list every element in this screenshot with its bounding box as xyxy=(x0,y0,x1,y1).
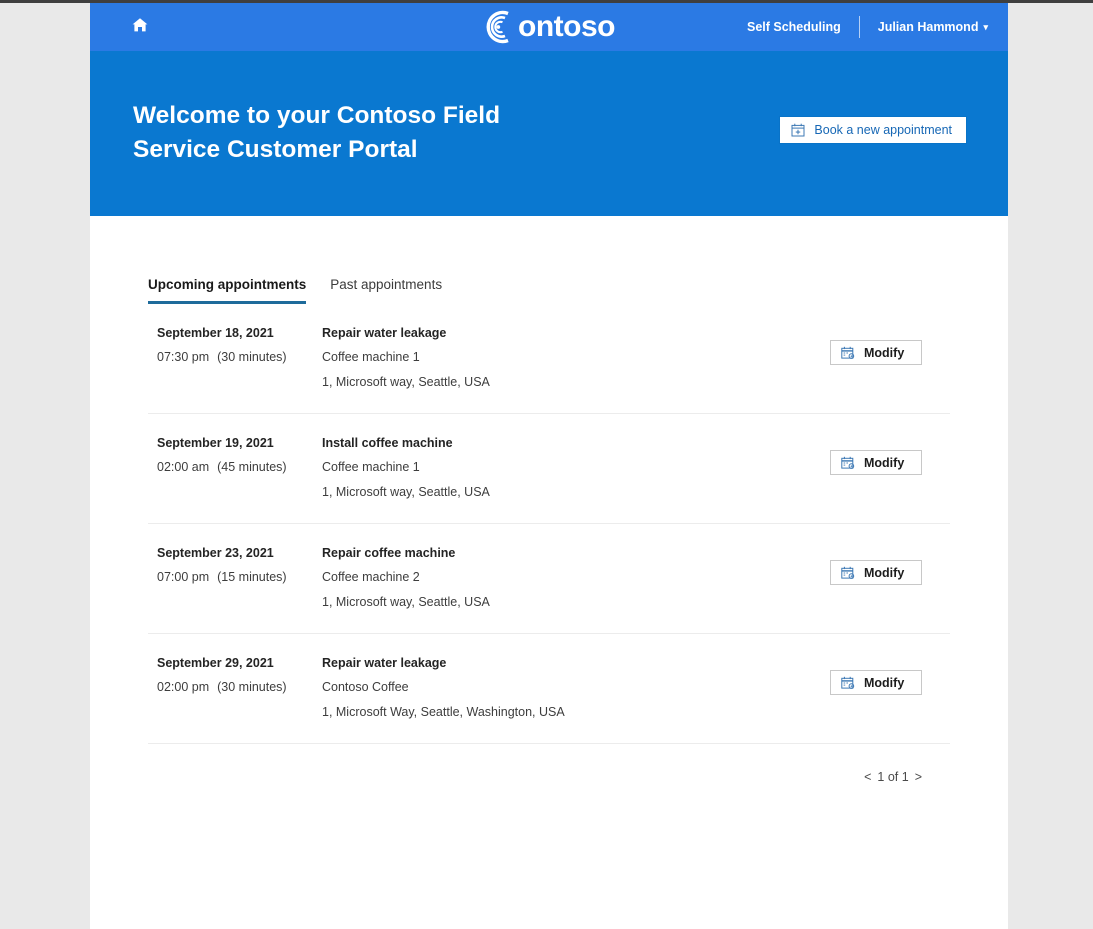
pagination-next-button[interactable]: > xyxy=(915,770,922,784)
appointment-action-cell: Modify xyxy=(792,656,950,695)
appointment-subject: Repair water leakage xyxy=(322,656,447,670)
user-menu[interactable]: Julian Hammond ▾ xyxy=(860,20,994,34)
appointment-date: September 23, 2021 xyxy=(157,546,274,560)
appointment-asset: Coffee machine 2 xyxy=(322,570,420,584)
portal-page: ontoso Self Scheduling Julian Hammond ▾ W… xyxy=(90,3,1008,929)
appointment-date: September 19, 2021 xyxy=(157,436,274,450)
calendar-edit-icon xyxy=(841,566,855,580)
calendar-plus-icon xyxy=(791,123,805,137)
appointment-datetime: September 23, 2021 07:00 pm (15 minutes) xyxy=(148,546,315,584)
modify-appointment-label: Modify xyxy=(864,565,905,580)
contoso-logo-mark xyxy=(483,7,523,47)
appointment-date: September 18, 2021 xyxy=(157,326,274,340)
table-row: September 23, 2021 07:00 pm (15 minutes) … xyxy=(148,524,950,634)
appointment-address: 1, Microsoft way, Seattle, USA xyxy=(322,375,490,389)
appointment-duration: (15 minutes) xyxy=(217,570,287,584)
modify-appointment-label: Modify xyxy=(864,345,905,360)
user-menu-label: Julian Hammond xyxy=(877,20,979,34)
appointment-time: 02:00 am xyxy=(157,460,210,474)
appointment-asset: Contoso Coffee xyxy=(322,680,409,694)
appointment-time: 07:00 pm xyxy=(157,570,210,584)
table-row: September 29, 2021 02:00 pm (30 minutes) … xyxy=(148,634,950,744)
appointment-time-duration: 07:30 pm (30 minutes) xyxy=(157,350,315,364)
appointment-subject: Repair water leakage xyxy=(322,326,447,340)
chevron-down-icon: ▾ xyxy=(983,22,988,33)
appointment-time-duration: 02:00 am (45 minutes) xyxy=(157,460,315,474)
main-content: Upcoming appointments Past appointments … xyxy=(90,274,1008,784)
page-title-line2: Service Customer Portal xyxy=(133,136,418,163)
appointment-subject: Install coffee machine xyxy=(322,436,453,450)
appointment-time-duration: 02:00 pm (30 minutes) xyxy=(157,680,315,694)
appointment-duration: (30 minutes) xyxy=(217,350,287,364)
appointment-subject: Repair coffee machine xyxy=(322,546,456,560)
appointment-address: 1, Microsoft Way, Seattle, Washington, U… xyxy=(322,705,565,719)
appointments-tablist: Upcoming appointments Past appointments xyxy=(148,274,1008,304)
appointment-datetime: September 19, 2021 02:00 am (45 minutes) xyxy=(148,436,315,474)
appointment-datetime: September 18, 2021 07:30 pm (30 minutes) xyxy=(148,326,315,364)
appointment-duration: (30 minutes) xyxy=(217,680,287,694)
calendar-edit-icon xyxy=(841,456,855,470)
pagination-controls: < 1 of 1 > xyxy=(864,770,922,784)
calendar-edit-icon xyxy=(841,676,855,690)
contoso-logo-text: ontoso xyxy=(518,10,615,43)
appointment-asset: Coffee machine 1 xyxy=(322,460,420,474)
modify-appointment-label: Modify xyxy=(864,455,905,470)
appointment-datetime: September 29, 2021 02:00 pm (30 minutes) xyxy=(148,656,315,694)
appointment-action-cell: Modify xyxy=(792,436,950,475)
tab-past-appointments[interactable]: Past appointments xyxy=(330,277,442,304)
appointment-date: September 29, 2021 xyxy=(157,656,274,670)
appointment-action-cell: Modify xyxy=(792,326,950,365)
appointments-list: September 18, 2021 07:30 pm (30 minutes) … xyxy=(148,304,950,744)
appointment-details: Repair water leakage Contoso Coffee 1, M… xyxy=(315,656,792,719)
modify-appointment-button[interactable]: Modify xyxy=(830,340,922,365)
table-row: September 18, 2021 07:30 pm (30 minutes) … xyxy=(148,304,950,414)
pagination-status: 1 of 1 xyxy=(877,770,909,784)
contoso-logo[interactable]: ontoso xyxy=(483,7,615,47)
page-title-line1: Welcome to your Contoso Field xyxy=(133,102,501,129)
pagination-prev-button[interactable]: < xyxy=(864,770,871,784)
appointment-duration: (45 minutes) xyxy=(217,460,287,474)
hero-banner: Welcome to your Contoso Field Service Cu… xyxy=(90,51,1008,216)
book-new-appointment-button[interactable]: Book a new appointment xyxy=(780,117,966,143)
top-navigation-bar: ontoso Self Scheduling Julian Hammond ▾ xyxy=(90,3,1008,51)
home-button[interactable] xyxy=(128,15,152,39)
page-title: Welcome to your Contoso Field Service Cu… xyxy=(133,99,500,167)
home-icon xyxy=(130,15,150,40)
modify-appointment-button[interactable]: Modify xyxy=(830,670,922,695)
appointment-address: 1, Microsoft way, Seattle, USA xyxy=(322,485,490,499)
appointment-asset: Coffee machine 1 xyxy=(322,350,420,364)
tab-upcoming-appointments[interactable]: Upcoming appointments xyxy=(148,277,307,304)
appointment-details: Repair water leakage Coffee machine 1 1,… xyxy=(315,326,792,389)
appointment-action-cell: Modify xyxy=(792,546,950,585)
table-row: September 19, 2021 02:00 am (45 minutes) … xyxy=(148,414,950,524)
appointment-details: Repair coffee machine Coffee machine 2 1… xyxy=(315,546,792,609)
modify-appointment-label: Modify xyxy=(864,675,905,690)
modify-appointment-button[interactable]: Modify xyxy=(830,450,922,475)
appointment-time-duration: 07:00 pm (15 minutes) xyxy=(157,570,315,584)
modify-appointment-button[interactable]: Modify xyxy=(830,560,922,585)
calendar-edit-icon xyxy=(841,346,855,360)
appointment-details: Install coffee machine Coffee machine 1 … xyxy=(315,436,792,499)
appointment-address: 1, Microsoft way, Seattle, USA xyxy=(322,595,490,609)
appointment-time: 02:00 pm xyxy=(157,680,210,694)
navbar-right-group: Self Scheduling Julian Hammond ▾ xyxy=(729,16,994,38)
pagination: < 1 of 1 > xyxy=(148,744,950,784)
appointment-time: 07:30 pm xyxy=(157,350,210,364)
book-new-appointment-label: Book a new appointment xyxy=(814,123,952,137)
nav-link-self-scheduling[interactable]: Self Scheduling xyxy=(729,20,859,34)
